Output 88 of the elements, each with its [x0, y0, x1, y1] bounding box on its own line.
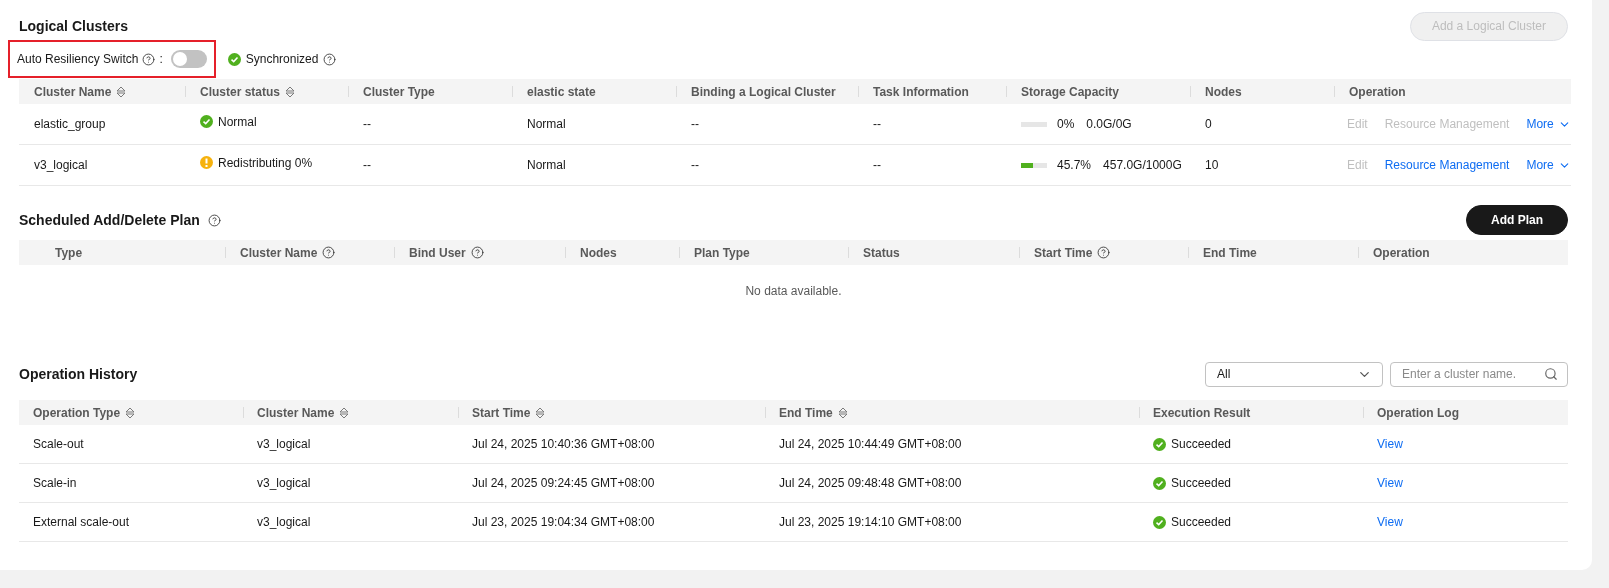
- help-icon[interactable]: [322, 246, 336, 259]
- sort-icon[interactable]: [125, 406, 136, 419]
- table-cell: --: [691, 158, 699, 172]
- sort-icon[interactable]: [285, 85, 296, 98]
- table-cell: Jul 24, 2025 09:48:48 GMT+08:00: [779, 476, 962, 490]
- table-cell: elastic_group: [34, 117, 106, 131]
- usage-text: 0.0G/0G: [1086, 117, 1132, 131]
- view-link[interactable]: View: [1377, 515, 1403, 529]
- table-cell: --: [363, 158, 371, 172]
- table-cell: Scale-in: [33, 476, 77, 490]
- table-cell: v3_logical: [257, 515, 311, 529]
- status-text: Normal: [218, 115, 257, 129]
- more-link[interactable]: More: [1526, 117, 1571, 131]
- table-cell: v3_logical: [257, 476, 311, 490]
- switch-label: Auto Resiliency Switch: [17, 52, 139, 66]
- view-link[interactable]: View: [1377, 437, 1403, 451]
- help-icon[interactable]: [142, 52, 156, 66]
- usage-text: 457.0G/1000G: [1103, 158, 1182, 172]
- more-link[interactable]: More: [1526, 158, 1571, 172]
- sort-icon[interactable]: [837, 406, 848, 419]
- section-title: Scheduled Add/Delete Plan: [19, 212, 200, 228]
- search-icon[interactable]: [1544, 366, 1558, 381]
- table-cell: v3_logical: [34, 158, 88, 172]
- column-header: Nodes: [1190, 79, 1334, 104]
- table-cell: Jul 24, 2025 09:24:45 GMT+08:00: [472, 476, 655, 490]
- column-header: Status: [848, 240, 1019, 265]
- table-cell: 10: [1205, 158, 1219, 172]
- add-plan-button[interactable]: Add Plan: [1466, 205, 1568, 235]
- column-header: Operation: [1334, 79, 1571, 104]
- status-text: Succeeded: [1171, 437, 1232, 451]
- percent-text: 45.7%: [1057, 158, 1092, 172]
- column-header: Binding a Logical Cluster: [676, 79, 858, 104]
- status-text: Succeeded: [1171, 476, 1232, 490]
- table-cell: --: [363, 117, 371, 131]
- column-header[interactable]: Cluster Name: [243, 400, 458, 425]
- column-header[interactable]: Cluster Name: [19, 79, 185, 104]
- column-header: Bind User: [394, 240, 565, 265]
- table-cell: Normal: [527, 158, 566, 172]
- resource-management-link[interactable]: Resource Management: [1384, 158, 1510, 172]
- column-header: Nodes: [565, 240, 679, 265]
- status-text: Synchronized: [245, 52, 319, 66]
- column-header[interactable]: Cluster status: [185, 79, 348, 104]
- search-field[interactable]: Enter a cluster name.: [1390, 361, 1568, 387]
- column-header: Task Information: [858, 79, 1006, 104]
- column-header[interactable]: End Time: [765, 400, 1139, 425]
- sort-icon[interactable]: [339, 406, 350, 419]
- column-header: Start Time: [1019, 240, 1188, 265]
- help-icon[interactable]: [1097, 246, 1111, 259]
- sort-icon[interactable]: [535, 406, 546, 419]
- status-text: Redistributing 0%: [218, 156, 313, 170]
- label-colon: :: [159, 52, 163, 66]
- view-link[interactable]: View: [1377, 476, 1403, 490]
- column-header: Plan Type: [679, 240, 848, 265]
- column-header: elastic state: [512, 79, 676, 104]
- column-header: Cluster Name: [225, 240, 394, 265]
- help-icon[interactable]: [207, 213, 221, 227]
- table-cell: Scale-out: [33, 437, 84, 451]
- filter-dropdown[interactable]: All: [1205, 361, 1383, 387]
- percent-text: 0%: [1057, 117, 1075, 131]
- empty-state-text: No data available.: [744, 283, 843, 300]
- column-header: Type: [19, 240, 225, 265]
- column-header: Operation Log: [1363, 400, 1568, 425]
- table-cell: Jul 24, 2025 10:40:36 GMT+08:00: [472, 437, 655, 451]
- column-header: Storage Capacity: [1006, 79, 1190, 104]
- column-header[interactable]: Start Time: [458, 400, 765, 425]
- column-header[interactable]: Operation Type: [19, 400, 243, 425]
- column-header: End Time: [1188, 240, 1358, 265]
- section-title: Operation History: [19, 366, 138, 382]
- column-header: Operation: [1358, 240, 1568, 265]
- sort-icon[interactable]: [116, 85, 127, 98]
- section-title: Logical Clusters: [19, 18, 128, 34]
- table-cell: --: [873, 117, 881, 131]
- table-cell: Jul 23, 2025 19:04:34 GMT+08:00: [472, 515, 655, 529]
- progress-bar: [1021, 121, 1047, 127]
- table-cell: Normal: [527, 117, 566, 131]
- table-cell: v3_logical: [257, 437, 311, 451]
- table-cell: --: [873, 158, 881, 172]
- column-header: Cluster Type: [348, 79, 512, 104]
- table-cell: Jul 23, 2025 19:14:10 GMT+08:00: [779, 515, 962, 529]
- toggle-switch[interactable]: [170, 50, 207, 68]
- help-icon[interactable]: [470, 246, 484, 259]
- status-text: Succeeded: [1171, 515, 1232, 529]
- table-cell: External scale-out: [33, 515, 130, 529]
- table-cell: --: [691, 117, 699, 131]
- table-cell: Jul 24, 2025 10:44:49 GMT+08:00: [779, 437, 962, 451]
- help-icon[interactable]: [323, 52, 337, 66]
- table-cell: 0: [1205, 117, 1212, 131]
- column-header: Execution Result: [1139, 400, 1363, 425]
